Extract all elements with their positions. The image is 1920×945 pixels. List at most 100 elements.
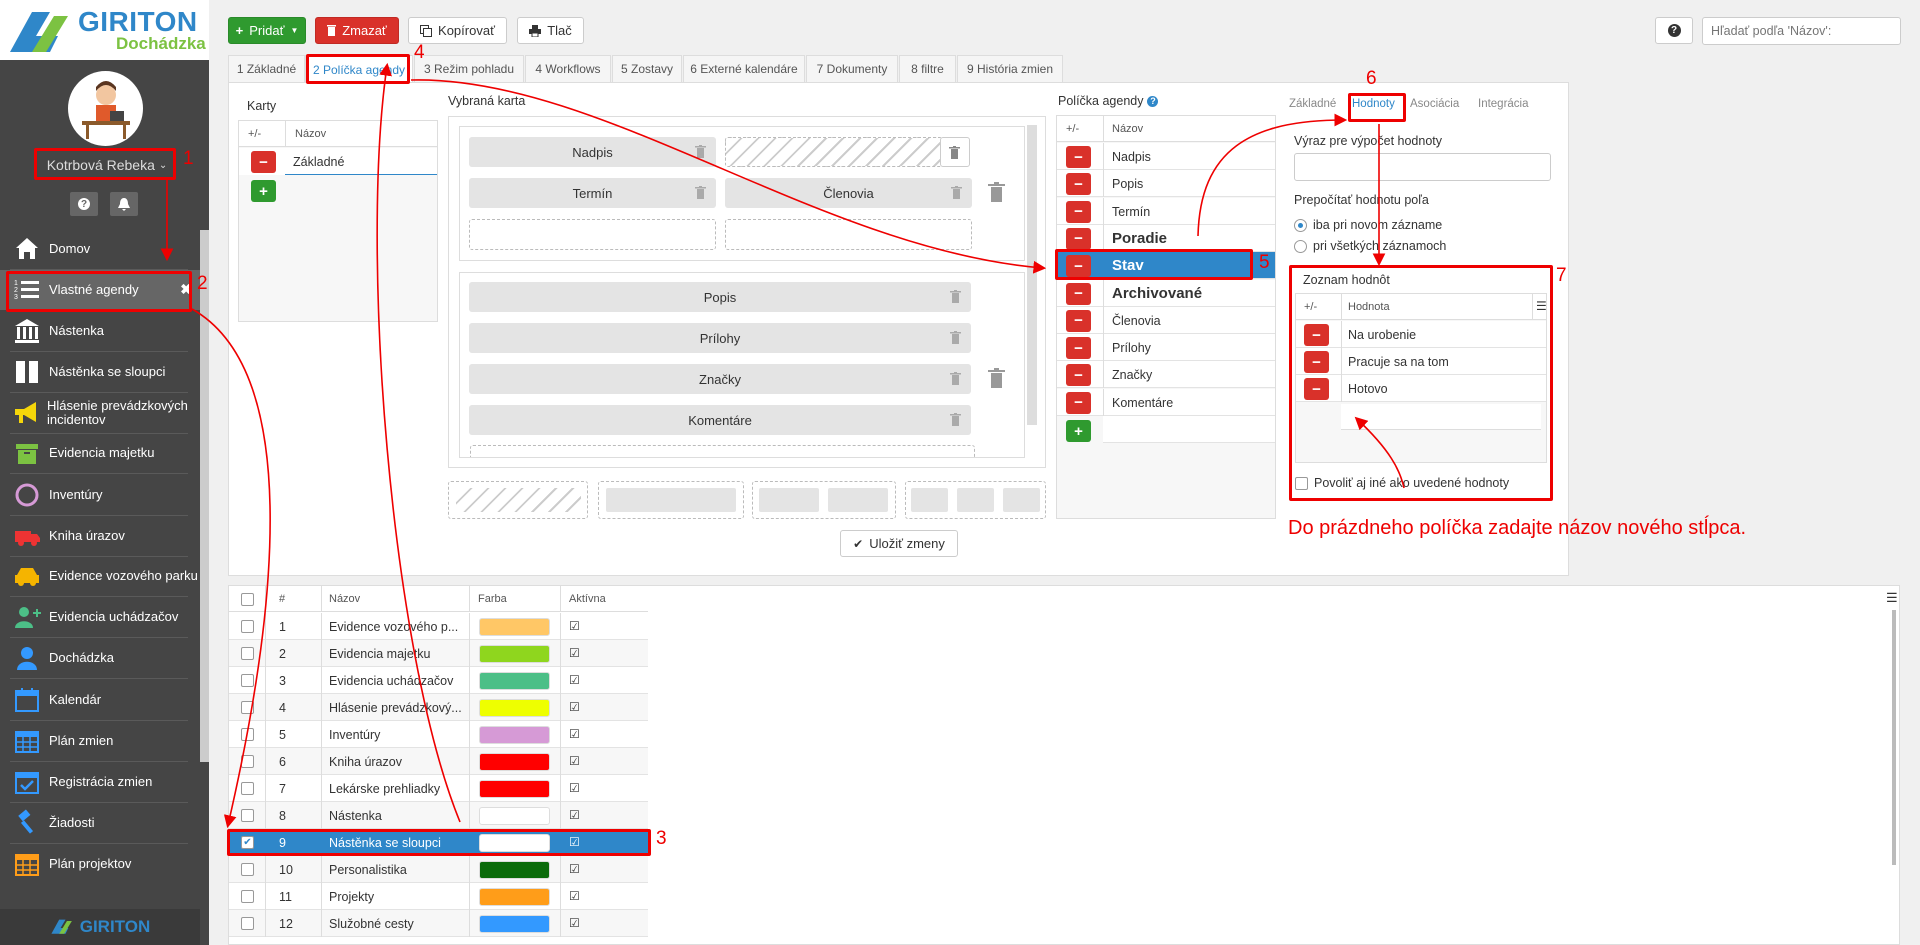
- sidebar-item-12[interactable]: Plán zmien: [0, 721, 200, 761]
- remove-field-button[interactable]: −: [1066, 227, 1091, 250]
- field-row[interactable]: − Prílohy: [1057, 334, 1275, 362]
- field-row[interactable]: − Archivované: [1057, 279, 1275, 307]
- select-all-checkbox[interactable]: [241, 593, 254, 606]
- row-checkbox[interactable]: [241, 809, 254, 822]
- help-toolbar-button[interactable]: ?: [1655, 17, 1693, 44]
- remove-field-button[interactable]: −: [1066, 146, 1091, 168]
- tab-6[interactable]: 6 Externé kalendáre: [683, 55, 805, 82]
- sidebar-item-4[interactable]: Hlásenie prevádzkových incidentov: [0, 393, 200, 433]
- delete-group-icon[interactable]: [988, 182, 1005, 202]
- prop-tab-2[interactable]: Asociácia: [1410, 98, 1459, 110]
- notifications-button[interactable]: [110, 192, 138, 216]
- row-checkbox[interactable]: [241, 917, 254, 930]
- trash-icon[interactable]: [950, 413, 961, 426]
- row-checkbox[interactable]: [241, 701, 254, 714]
- trash-icon[interactable]: [695, 186, 706, 199]
- value-row[interactable]: − Hotovo: [1296, 375, 1546, 402]
- field-row[interactable]: − Značky: [1057, 361, 1275, 389]
- empty-slot[interactable]: [725, 137, 943, 167]
- sidebar-item-10[interactable]: Dochádzka: [0, 638, 200, 678]
- field-termin[interactable]: Termín: [469, 178, 716, 208]
- remove-field-button[interactable]: −: [1066, 282, 1091, 305]
- tab-3[interactable]: 3 Režim pohladu: [414, 55, 524, 82]
- trash-icon[interactable]: [950, 290, 961, 303]
- new-value-input[interactable]: [1341, 404, 1541, 430]
- sidebar-item-1[interactable]: 1 2 3 Vlastné agendy ✖: [0, 270, 200, 310]
- table-row[interactable]: 2 Evidencia majetku ☑: [229, 640, 648, 667]
- table-row[interactable]: 4 Hlásenie prevádzkový... ☑: [229, 694, 648, 721]
- remove-field-button[interactable]: −: [1066, 337, 1091, 360]
- delete-group-icon[interactable]: [988, 368, 1005, 388]
- grid-scrollbar[interactable]: [1892, 610, 1896, 865]
- field-row[interactable]: − Termín: [1057, 197, 1275, 225]
- empty-slot[interactable]: [470, 445, 975, 457]
- radio-all-records[interactable]: pri všetkých záznamoch: [1294, 239, 1446, 253]
- save-button[interactable]: ✔ Uložiť zmeny: [840, 530, 958, 557]
- brand-logo[interactable]: GIRITON Dochádzka: [0, 0, 209, 60]
- remove-value-button[interactable]: −: [1304, 324, 1329, 346]
- field-prilohy[interactable]: Prílohy: [469, 323, 971, 353]
- table-row[interactable]: 7 Lekárske prehliadky ☑: [229, 775, 648, 802]
- sidebar-scrollbar[interactable]: [200, 230, 209, 762]
- sidebar-item-3[interactable]: Nástěnka se sloupci: [0, 352, 200, 392]
- remove-card-button[interactable]: −: [251, 151, 276, 173]
- field-clenovia[interactable]: Členovia: [725, 178, 972, 208]
- prop-tab-3[interactable]: Integrácia: [1478, 98, 1529, 110]
- sidebar-item-14[interactable]: Žiadosti: [0, 803, 200, 843]
- tab-2[interactable]: 2 Políčka agendy: [305, 55, 413, 83]
- remove-value-button[interactable]: −: [1304, 351, 1329, 373]
- remove-field-button[interactable]: −: [1066, 200, 1091, 223]
- row-checkbox[interactable]: [241, 620, 254, 633]
- sidebar-item-6[interactable]: Inventúry: [0, 475, 200, 515]
- sidebar-item-13[interactable]: Registrácia zmien: [0, 762, 200, 802]
- row-checkbox[interactable]: [241, 863, 254, 876]
- empty-slot[interactable]: [469, 219, 716, 250]
- row-checkbox[interactable]: [241, 647, 254, 660]
- table-row[interactable]: 3 Evidencia uchádzačov ☑: [229, 667, 648, 694]
- remove-field-button[interactable]: −: [1066, 364, 1091, 387]
- table-row[interactable]: ✔ 9 Nástěnka se sloupci ☑: [229, 829, 648, 856]
- row-checkbox[interactable]: [241, 728, 254, 741]
- tab-5[interactable]: 5 Zostavy: [612, 55, 682, 82]
- sidebar-item-2[interactable]: Nástenka: [0, 311, 200, 351]
- field-komentare[interactable]: Komentáre: [469, 405, 971, 435]
- tab-9[interactable]: 9 História zmien: [957, 55, 1063, 82]
- table-row[interactable]: 12 Služobné cesty ☑: [229, 910, 648, 937]
- allow-other-checkbox[interactable]: Povoliť aj iné ako uvedené hodnoty: [1295, 476, 1509, 490]
- remove-field-button[interactable]: −: [1066, 391, 1091, 414]
- close-icon[interactable]: ✖: [180, 281, 192, 298]
- field-nadpis[interactable]: Nadpis: [469, 137, 716, 167]
- remove-field-button[interactable]: −: [1066, 309, 1091, 332]
- add-card-button[interactable]: +: [251, 180, 276, 202]
- value-row[interactable]: − Na urobenie: [1296, 321, 1546, 348]
- remove-field-button[interactable]: −: [1066, 255, 1091, 278]
- remove-value-button[interactable]: −: [1304, 378, 1329, 400]
- field-row[interactable]: − Nadpis: [1057, 143, 1275, 170]
- field-row[interactable]: − Popis: [1057, 170, 1275, 198]
- sidebar-item-5[interactable]: Evidencia majetku: [0, 433, 200, 473]
- help-button[interactable]: ?: [70, 192, 98, 216]
- trash-icon[interactable]: [950, 372, 961, 385]
- empty-slot[interactable]: [725, 219, 972, 250]
- card-row[interactable]: − Základné: [239, 148, 437, 175]
- table-row[interactable]: 1 Evidence vozového p... ☑: [229, 613, 648, 640]
- table-row[interactable]: 8 Nástenka ☑: [229, 802, 648, 829]
- tab-1[interactable]: 1 Základné: [228, 55, 305, 82]
- sidebar-item-9[interactable]: Evidencia uchádzačov: [0, 597, 200, 637]
- sidebar-item-11[interactable]: Kalendár: [0, 680, 200, 720]
- trash-icon[interactable]: [949, 146, 960, 159]
- row-checkbox[interactable]: ✔: [241, 836, 254, 849]
- hamburger-icon[interactable]: ☰: [1536, 299, 1547, 313]
- tab-8[interactable]: 8 filtre: [899, 55, 956, 82]
- expr-input[interactable]: [1294, 153, 1551, 181]
- field-znacky[interactable]: Značky: [469, 364, 971, 394]
- field-row[interactable]: − Poradie: [1057, 224, 1275, 252]
- search-input[interactable]: [1702, 17, 1901, 45]
- table-row[interactable]: 6 Kniha úrazov ☑: [229, 748, 648, 775]
- row-checkbox[interactable]: [241, 890, 254, 903]
- value-row[interactable]: − Pracuje sa na tom: [1296, 348, 1546, 375]
- sidebar-item-15[interactable]: Plán projektov: [0, 844, 200, 884]
- row-checkbox[interactable]: [241, 782, 254, 795]
- sidebar-item-0[interactable]: Domov: [0, 229, 200, 269]
- field-row[interactable]: − Komentáre: [1057, 388, 1275, 416]
